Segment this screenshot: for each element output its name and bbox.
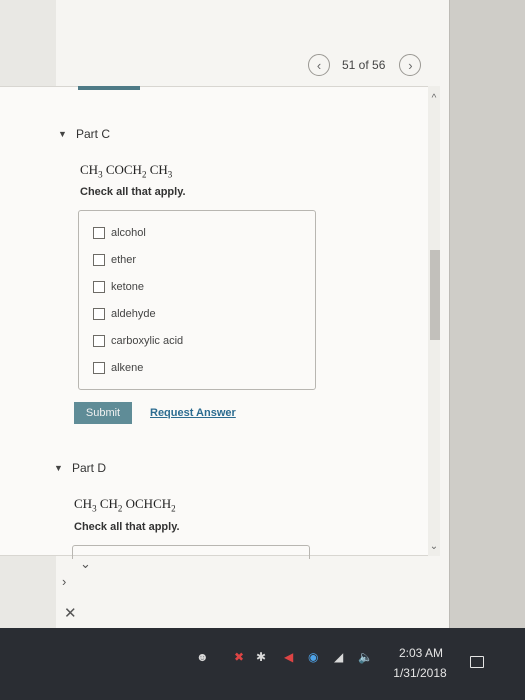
chevron-right-icon[interactable]: › — [62, 574, 66, 589]
pager-text: 51 of 56 — [342, 58, 386, 72]
option-alcohol[interactable]: alcohol — [93, 227, 146, 239]
caret-down-icon: ▼ — [58, 129, 67, 139]
clock-time[interactable]: 2:03 AM — [393, 646, 449, 660]
part-c-header[interactable]: ▼ Part C — [58, 127, 110, 141]
checkbox[interactable] — [93, 254, 105, 266]
network-app-icon[interactable]: ◉ — [308, 650, 318, 664]
antivirus-icon[interactable]: ✖ — [234, 650, 244, 664]
option-ketone[interactable]: ketone — [93, 281, 144, 293]
people-icon[interactable]: ☻ — [196, 650, 209, 664]
clock-date[interactable]: 1/31/2018 — [388, 666, 452, 680]
part-c-label: Part C — [76, 127, 111, 141]
red-arrow-icon[interactable]: ◀ — [284, 650, 293, 664]
checkbox[interactable] — [93, 227, 105, 239]
request-answer-link[interactable]: Request Answer — [150, 407, 236, 419]
chevron-left-icon[interactable]: ‹ — [308, 54, 330, 76]
checkbox[interactable] — [93, 281, 105, 293]
options-box: alcohol ether ketone aldehyde carboxylic… — [78, 210, 316, 390]
option-ether[interactable]: ether — [93, 254, 136, 266]
scroll-down-icon[interactable]: ⌄ — [428, 540, 440, 554]
taskbar — [0, 628, 525, 700]
checkbox[interactable] — [93, 308, 105, 320]
speaker-icon[interactable]: 🔈 — [358, 650, 373, 664]
chevron-right-icon[interactable]: › — [399, 54, 422, 76]
notification-icon[interactable] — [470, 656, 484, 668]
part-d-header[interactable]: ▼ Part D — [54, 461, 106, 475]
checkbox[interactable] — [93, 362, 105, 374]
progress-bar — [78, 86, 140, 90]
option-carboxylic-acid[interactable]: carboxylic acid — [93, 335, 183, 347]
checkbox[interactable] — [93, 335, 105, 347]
scrollbar-thumb[interactable] — [430, 250, 440, 340]
part-c-instruction: Check all that apply. — [80, 186, 186, 198]
part-c-formula: CH3 COCH2 CH3 — [80, 162, 173, 180]
chevron-down-icon[interactable]: ⌄ — [80, 556, 91, 572]
part-d-instruction: Check all that apply. — [74, 521, 180, 533]
submit-button[interactable]: Submit — [74, 402, 132, 424]
pager: ‹ 51 of 56 › — [308, 54, 422, 76]
caret-down-icon: ▼ — [54, 463, 63, 473]
wifi-icon[interactable]: ◢ — [334, 650, 343, 664]
close-icon[interactable]: ✕ — [64, 604, 77, 622]
scroll-up-icon[interactable]: ^ — [428, 92, 440, 106]
part-d-formula: CH3 CH2 OCHCH2 — [74, 496, 176, 514]
part-d-label: Part D — [72, 461, 107, 475]
gear-icon[interactable]: ✱ — [256, 650, 266, 664]
option-aldehyde[interactable]: aldehyde — [93, 308, 156, 320]
option-alkene[interactable]: alkene — [93, 362, 143, 374]
part-d-options-box — [72, 545, 310, 559]
